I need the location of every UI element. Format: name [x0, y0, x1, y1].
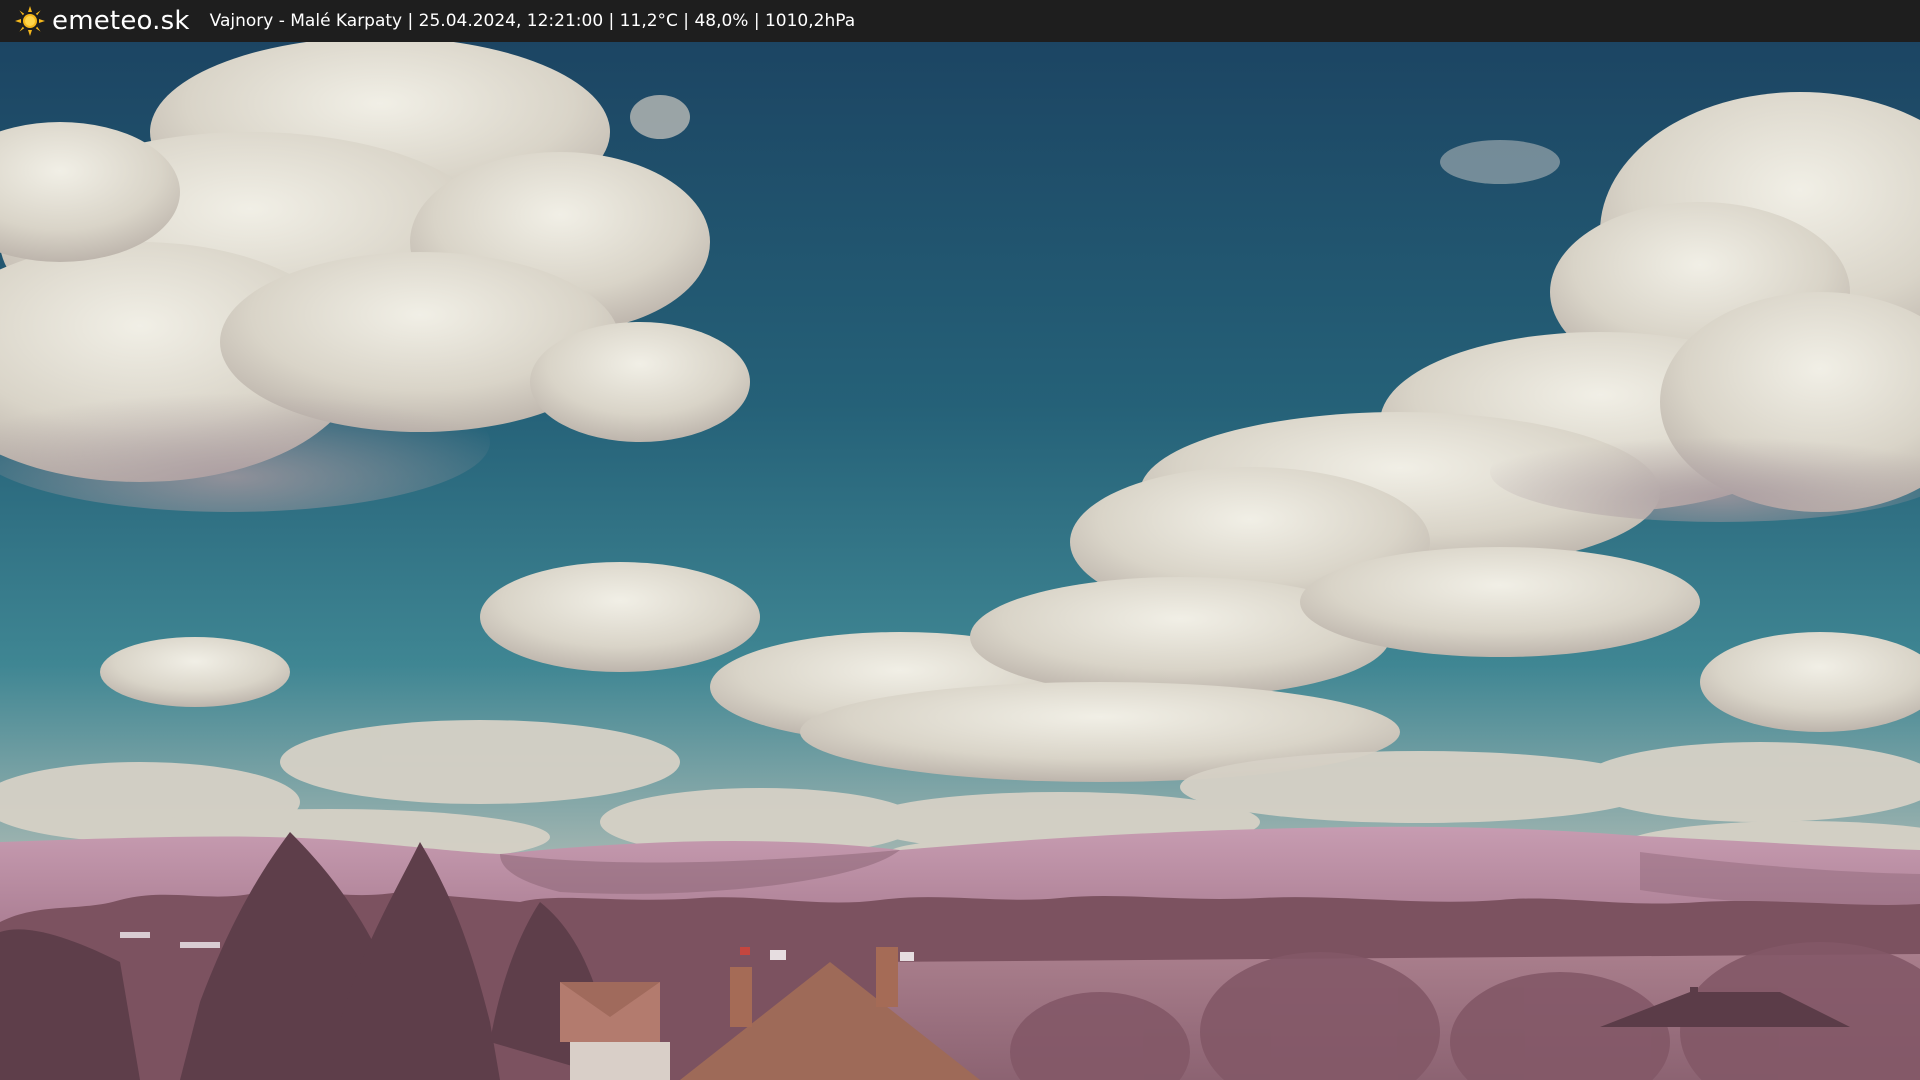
webcam-frame: emeteo.sk Vajnory - Malé Karpaty | 25.04… — [0, 0, 1920, 1080]
brand-name: emeteo.sk — [52, 6, 190, 36]
sun-icon — [15, 6, 45, 36]
webcam-image — [0, 42, 1920, 1080]
weather-status-line: Vajnory - Malé Karpaty | 25.04.2024, 12:… — [209, 11, 856, 31]
logo[interactable]: emeteo.sk — [14, 0, 190, 42]
header-bar: emeteo.sk Vajnory - Malé Karpaty | 25.04… — [0, 0, 1920, 42]
